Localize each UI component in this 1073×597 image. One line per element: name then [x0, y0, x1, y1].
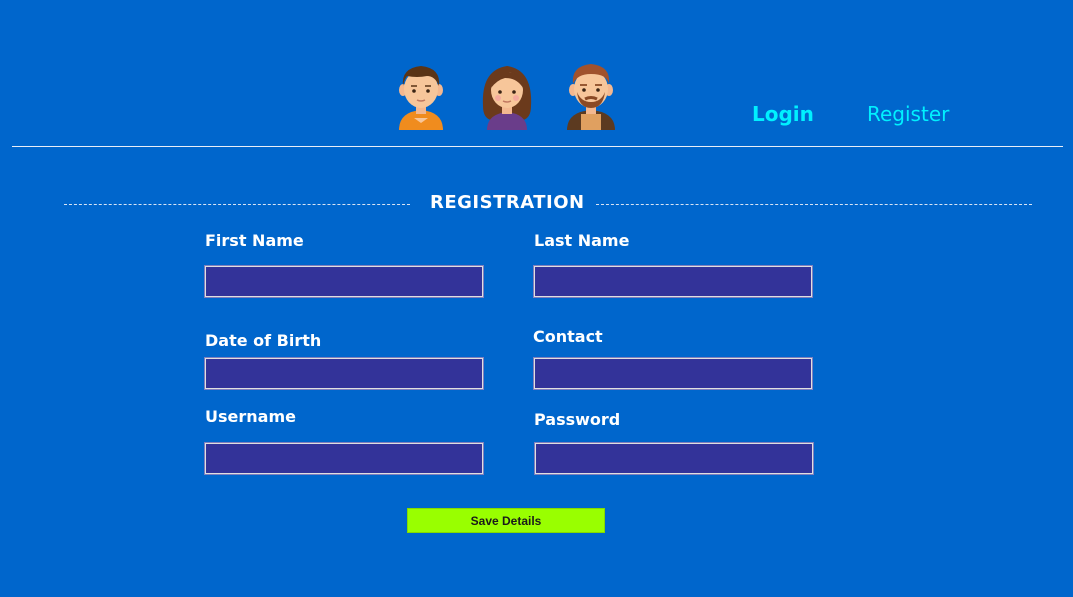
- contact-input[interactable]: [533, 357, 813, 390]
- legend-rule-left: [64, 204, 410, 205]
- username-label: Username: [205, 407, 296, 426]
- bearded-man-avatar-icon: [563, 62, 619, 130]
- password-label: Password: [534, 410, 621, 429]
- save-details-button[interactable]: Save Details: [407, 508, 605, 533]
- register-link[interactable]: Register: [867, 102, 949, 126]
- username-input[interactable]: [204, 442, 484, 475]
- first-name-label: First Name: [205, 231, 304, 250]
- legend-rule-right: [596, 204, 1032, 205]
- header-divider: [12, 146, 1063, 147]
- boy-avatar-icon: [393, 62, 449, 130]
- last-name-label: Last Name: [534, 231, 630, 250]
- last-name-input[interactable]: [533, 265, 813, 298]
- date-of-birth-label: Date of Birth: [205, 331, 322, 350]
- password-input[interactable]: [534, 442, 814, 475]
- form-title: REGISTRATION: [430, 192, 585, 213]
- girl-avatar-icon: [479, 62, 535, 130]
- contact-label: Contact: [533, 327, 603, 346]
- avatar-group: [393, 62, 623, 132]
- login-link[interactable]: Login: [752, 102, 814, 126]
- first-name-input[interactable]: [204, 265, 484, 298]
- date-of-birth-input[interactable]: [204, 357, 484, 390]
